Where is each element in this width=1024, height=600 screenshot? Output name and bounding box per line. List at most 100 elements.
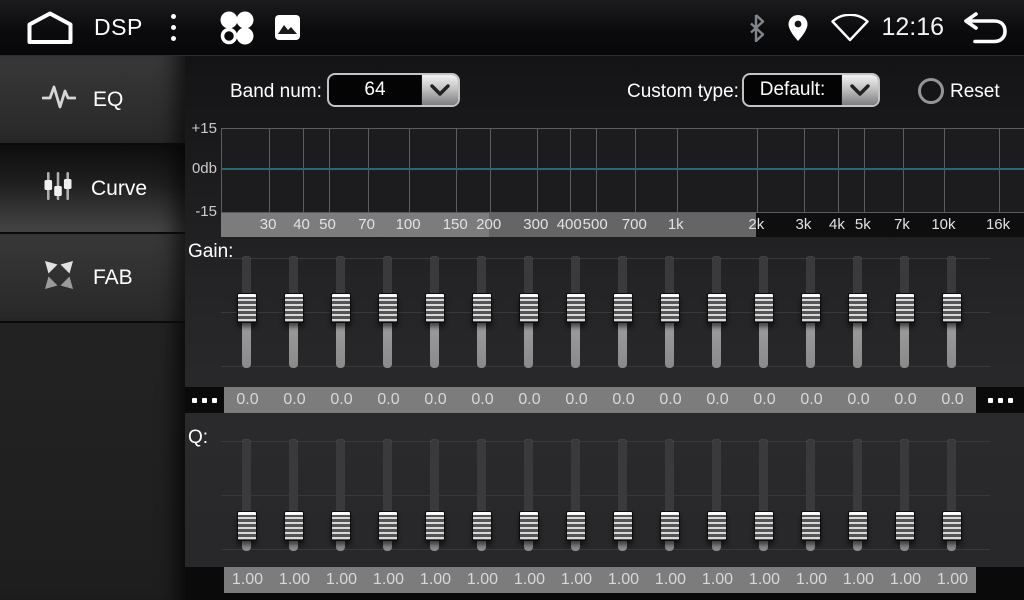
q-slider-thumb[interactable] bbox=[425, 511, 445, 541]
freq-gridline bbox=[368, 129, 369, 212]
q-value: 1.00 bbox=[412, 567, 459, 593]
gain-slider-thumb[interactable] bbox=[613, 293, 633, 323]
gain-slider[interactable] bbox=[237, 256, 257, 368]
gain-slider-thumb[interactable] bbox=[660, 293, 680, 323]
gain-slider[interactable] bbox=[707, 256, 727, 368]
q-value: 1.00 bbox=[506, 567, 553, 593]
q-slider[interactable] bbox=[472, 439, 492, 551]
q-slider-thumb[interactable] bbox=[284, 511, 304, 541]
gain-slider-thumb[interactable] bbox=[237, 293, 257, 323]
gain-value: 0.0 bbox=[412, 387, 459, 413]
gain-slider-thumb[interactable] bbox=[895, 293, 915, 323]
q-slider-thumb[interactable] bbox=[848, 511, 868, 541]
gain-slider-thumb[interactable] bbox=[566, 293, 586, 323]
q-slider-thumb[interactable] bbox=[519, 511, 539, 541]
q-slider[interactable] bbox=[331, 439, 351, 551]
gain-slider-thumb[interactable] bbox=[848, 293, 868, 323]
gain-value: 0.0 bbox=[459, 387, 506, 413]
gain-page-next-button[interactable] bbox=[976, 387, 1024, 413]
custom-type-label: Custom type: bbox=[627, 81, 739, 103]
gain-slider[interactable] bbox=[613, 256, 633, 368]
q-slider-thumb[interactable] bbox=[331, 511, 351, 541]
q-slider-thumb[interactable] bbox=[942, 511, 962, 541]
gain-slider[interactable] bbox=[284, 256, 304, 368]
q-slider[interactable] bbox=[425, 439, 445, 551]
freq-gridline bbox=[635, 129, 636, 212]
sidebar-item-curve[interactable]: Curve bbox=[0, 145, 185, 234]
q-slider[interactable] bbox=[848, 439, 868, 551]
gain-slider-thumb[interactable] bbox=[707, 293, 727, 323]
q-slider[interactable] bbox=[942, 439, 962, 551]
q-slider[interactable] bbox=[237, 439, 257, 551]
q-value: 1.00 bbox=[553, 567, 600, 593]
freq-tick-label: 30 bbox=[260, 216, 277, 233]
freq-tick-label: 300 bbox=[523, 216, 548, 233]
gain-slider-thumb[interactable] bbox=[425, 293, 445, 323]
gain-slider-thumb[interactable] bbox=[284, 293, 304, 323]
gain-slider[interactable] bbox=[754, 256, 774, 368]
frequency-axis: 304050701001502003004005007001k2k3k4k5k7… bbox=[221, 213, 1024, 237]
q-slider[interactable] bbox=[284, 439, 304, 551]
gain-slider[interactable] bbox=[660, 256, 680, 368]
q-slider-thumb[interactable] bbox=[613, 511, 633, 541]
gain-slider[interactable] bbox=[519, 256, 539, 368]
q-value: 1.00 bbox=[788, 567, 835, 593]
gain-slider-thumb[interactable] bbox=[942, 293, 962, 323]
q-slider-thumb[interactable] bbox=[660, 511, 680, 541]
gain-values-strip: 0.00.00.00.00.00.00.00.00.00.00.00.00.00… bbox=[224, 387, 976, 413]
gain-slider-thumb[interactable] bbox=[472, 293, 492, 323]
gain-slider[interactable] bbox=[942, 256, 962, 368]
gain-value: 0.0 bbox=[694, 387, 741, 413]
overflow-menu-icon[interactable] bbox=[167, 10, 180, 45]
custom-type-dropdown[interactable]: Default: bbox=[742, 73, 880, 107]
q-slider-thumb[interactable] bbox=[895, 511, 915, 541]
apps-clover-icon[interactable] bbox=[216, 8, 256, 48]
eq-response-plot bbox=[221, 128, 1024, 213]
freq-tick-label: 400 bbox=[557, 216, 582, 233]
q-slider[interactable] bbox=[519, 439, 539, 551]
q-slider-thumb[interactable] bbox=[566, 511, 586, 541]
gain-slider[interactable] bbox=[801, 256, 821, 368]
sidebar-item-eq[interactable]: EQ bbox=[0, 56, 185, 145]
q-slider[interactable] bbox=[660, 439, 680, 551]
freq-tick-label: 10k bbox=[931, 216, 955, 233]
gain-slider[interactable] bbox=[378, 256, 398, 368]
q-slider[interactable] bbox=[895, 439, 915, 551]
q-slider-thumb[interactable] bbox=[237, 511, 257, 541]
gain-slider[interactable] bbox=[472, 256, 492, 368]
gain-slider-thumb[interactable] bbox=[801, 293, 821, 323]
custom-type-value: Default: bbox=[744, 75, 841, 105]
eq-waveform-icon bbox=[42, 82, 76, 117]
sidebar-item-fab[interactable]: FAB bbox=[0, 234, 185, 323]
q-slider[interactable] bbox=[801, 439, 821, 551]
gain-slider[interactable] bbox=[425, 256, 445, 368]
wifi-icon bbox=[829, 14, 871, 42]
home-icon[interactable] bbox=[26, 11, 74, 45]
band-num-dropdown[interactable]: 64 bbox=[327, 73, 460, 107]
q-slider-thumb[interactable] bbox=[472, 511, 492, 541]
freq-gridline bbox=[677, 129, 678, 212]
gain-slider[interactable] bbox=[895, 256, 915, 368]
q-slider-thumb[interactable] bbox=[378, 511, 398, 541]
freq-tick-label: 70 bbox=[358, 216, 375, 233]
gain-slider-thumb[interactable] bbox=[378, 293, 398, 323]
gain-slider[interactable] bbox=[566, 256, 586, 368]
gain-slider-thumb[interactable] bbox=[331, 293, 351, 323]
reset-radio[interactable] bbox=[918, 78, 944, 104]
back-icon[interactable] bbox=[962, 11, 1008, 45]
gallery-icon[interactable] bbox=[274, 14, 301, 41]
q-slider[interactable] bbox=[378, 439, 398, 551]
freq-tick-label: 16k bbox=[986, 216, 1010, 233]
gain-page-prev-button[interactable] bbox=[185, 387, 224, 413]
q-slider[interactable] bbox=[754, 439, 774, 551]
q-slider-thumb[interactable] bbox=[754, 511, 774, 541]
q-slider-thumb[interactable] bbox=[707, 511, 727, 541]
q-slider[interactable] bbox=[566, 439, 586, 551]
gain-slider-thumb[interactable] bbox=[519, 293, 539, 323]
q-slider[interactable] bbox=[707, 439, 727, 551]
q-slider[interactable] bbox=[613, 439, 633, 551]
gain-slider[interactable] bbox=[331, 256, 351, 368]
q-slider-thumb[interactable] bbox=[801, 511, 821, 541]
gain-slider-thumb[interactable] bbox=[754, 293, 774, 323]
gain-slider[interactable] bbox=[848, 256, 868, 368]
